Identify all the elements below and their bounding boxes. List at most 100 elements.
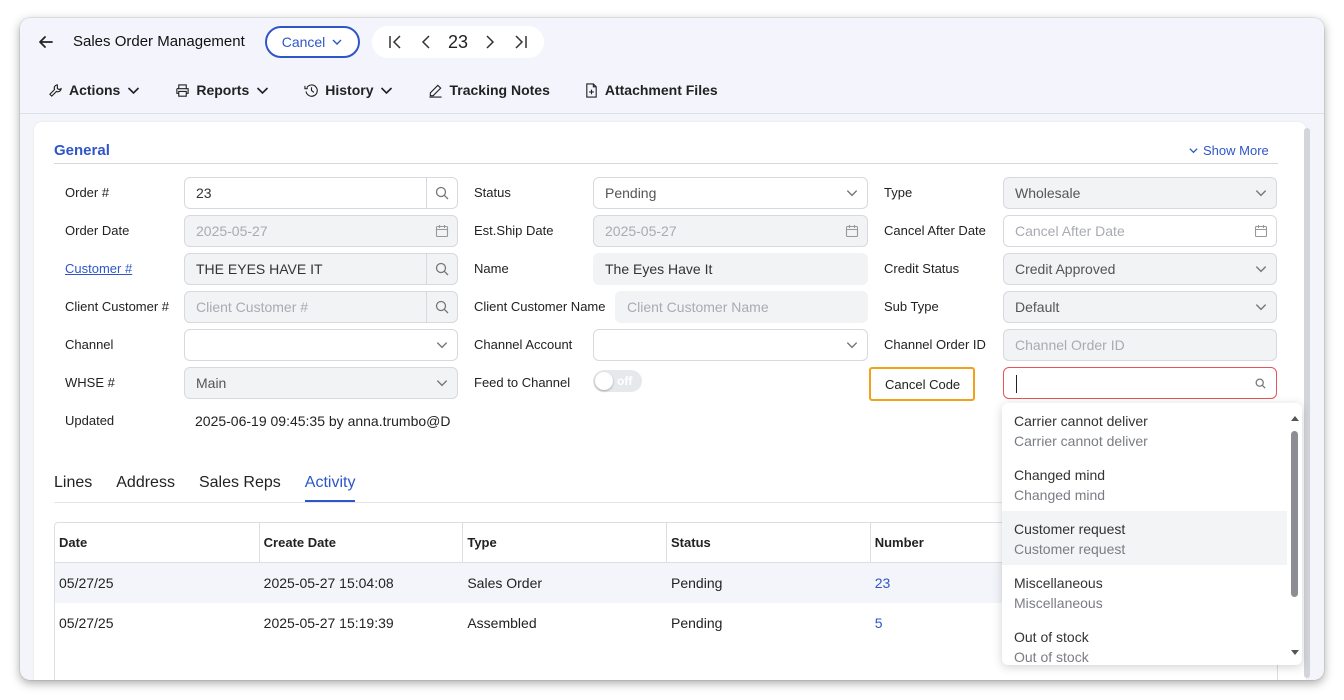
tracking-notes-label: Tracking Notes: [449, 82, 550, 98]
option-code: Changed mind: [1014, 467, 1106, 483]
calendar-icon[interactable]: [1246, 216, 1276, 246]
section-title: General: [54, 142, 110, 159]
table-cell: Pending: [671, 575, 723, 591]
chevron-down-icon: [1246, 178, 1276, 208]
status-action-label: Cancel: [281, 34, 326, 50]
show-more-link[interactable]: Show More: [1188, 143, 1269, 158]
customer-number-link[interactable]: Customer #: [65, 261, 132, 276]
client-customer-number-field[interactable]: Client Customer #: [184, 291, 458, 323]
credit-status-select[interactable]: Credit Approved: [1003, 253, 1277, 285]
tab-address[interactable]: Address: [116, 474, 175, 502]
option-code: Miscellaneous: [1014, 575, 1103, 591]
channel-select[interactable]: [184, 329, 458, 361]
actions-label: Actions: [69, 82, 121, 98]
table-cell: 2025-05-27 15:19:39: [263, 615, 394, 631]
calendar-icon[interactable]: [837, 216, 867, 246]
table-cell: 2025-05-27 15:04:08: [263, 575, 394, 591]
column-header-create-date[interactable]: Create Date: [260, 523, 464, 562]
option-description: Customer request: [1014, 541, 1126, 557]
column-header-date[interactable]: Date: [55, 523, 260, 562]
column-header-type[interactable]: Type: [463, 523, 668, 562]
chevron-down-icon: [257, 86, 269, 94]
search-icon[interactable]: [427, 178, 457, 208]
app-window: Sales Order Management Cancel 23 Actions…: [20, 18, 1324, 680]
column-header-status[interactable]: Status: [667, 523, 871, 562]
dropdown-scrollbar-thumb[interactable]: [1291, 431, 1298, 597]
channel-account-label: Channel Account: [474, 337, 573, 352]
channel-label: Channel: [65, 337, 114, 352]
attachment-files-label: Attachment Files: [604, 82, 718, 98]
page-scrollbar[interactable]: [1304, 128, 1310, 678]
pencil-icon: [429, 84, 443, 98]
order-number-field[interactable]: 23: [184, 177, 458, 209]
search-icon[interactable]: [427, 254, 457, 284]
reports-label: Reports: [196, 82, 250, 98]
scroll-down-arrow-icon[interactable]: [1291, 650, 1299, 655]
sub-type-select[interactable]: Default: [1003, 291, 1277, 323]
cancel-code-label-text: Cancel Code: [885, 376, 961, 392]
sub-type-label: Sub Type: [884, 299, 939, 314]
dropdown-option[interactable]: Carrier cannot deliver Carrier cannot de…: [1002, 403, 1287, 457]
previous-record-icon[interactable]: [418, 34, 434, 50]
customer-number-field[interactable]: THE EYES HAVE IT: [184, 253, 458, 285]
option-code: Out of stock: [1014, 629, 1089, 645]
est-ship-date-value: 2025-05-27: [605, 223, 677, 239]
scroll-up-arrow-icon[interactable]: [1291, 416, 1299, 421]
file-plus-icon: [586, 82, 597, 98]
next-record-icon[interactable]: [482, 34, 498, 50]
tab-lines[interactable]: Lines: [54, 474, 92, 502]
option-code: Customer request: [1014, 521, 1126, 537]
cancel-code-label: Cancel Code: [869, 367, 975, 401]
cancel-after-date-field[interactable]: Cancel After Date: [1003, 215, 1277, 247]
tracking-notes-button[interactable]: Tracking Notes: [418, 78, 559, 102]
feed-to-channel-label: Feed to Channel: [474, 375, 571, 390]
type-label: Type: [884, 185, 913, 200]
dropdown-option[interactable]: Changed mind Changed mind: [1002, 457, 1287, 511]
last-record-icon[interactable]: [513, 34, 529, 50]
first-record-icon[interactable]: [387, 34, 403, 50]
attachment-files-button[interactable]: Attachment Files: [574, 78, 728, 102]
tab-activity[interactable]: Activity: [304, 474, 356, 502]
search-icon[interactable]: [1255, 378, 1266, 389]
order-date-field[interactable]: 2025-05-27: [184, 215, 458, 247]
cancel-code-dropdown: Carrier cannot deliver Carrier cannot de…: [1002, 403, 1302, 665]
client-customer-name-field[interactable]: Client Customer Name: [615, 291, 868, 323]
est-ship-date-field[interactable]: 2025-05-27: [593, 215, 868, 247]
whse-value: Main: [196, 375, 227, 391]
actions-menu-button[interactable]: Actions: [38, 78, 151, 102]
chevron-down-icon: [837, 330, 867, 360]
order-date-value: 2025-05-27: [196, 223, 268, 239]
whse-select[interactable]: Main: [184, 367, 458, 399]
cancel-code-input[interactable]: [1003, 367, 1277, 399]
option-description: Miscellaneous: [1014, 595, 1103, 611]
client-customer-name-label: Client Customer Name: [474, 299, 606, 314]
sub-type-value: Default: [1015, 299, 1060, 315]
status-action-button[interactable]: Cancel: [265, 26, 360, 58]
dropdown-option[interactable]: Miscellaneous Miscellaneous: [1002, 565, 1287, 619]
current-record-number: 23: [447, 31, 468, 52]
name-value: The Eyes Have It: [605, 261, 713, 277]
feed-to-channel-toggle[interactable]: off: [593, 370, 642, 392]
channel-account-select[interactable]: [593, 329, 868, 361]
dropdown-option[interactable]: Out of stock Out of stock: [1002, 619, 1287, 665]
client-customer-number-label: Client Customer #: [65, 299, 170, 314]
chevron-down-icon: [332, 39, 342, 45]
search-icon[interactable]: [427, 292, 457, 322]
status-value: Pending: [605, 185, 657, 201]
dropdown-option[interactable]: Customer request Customer request: [1002, 511, 1287, 565]
option-description: Carrier cannot deliver: [1014, 433, 1148, 449]
reports-menu-button[interactable]: Reports: [165, 78, 280, 102]
cancel-after-date-placeholder: Cancel After Date: [1015, 223, 1125, 239]
channel-order-id-field[interactable]: Channel Order ID: [1003, 329, 1277, 361]
table-cell: Sales Order: [467, 575, 543, 591]
client-customer-name-placeholder: Client Customer Name: [627, 299, 769, 315]
type-select[interactable]: Wholesale: [1003, 177, 1277, 209]
status-select[interactable]: Pending: [593, 177, 868, 209]
table-cell: 05/27/25: [59, 575, 114, 591]
chevron-down-icon: [427, 368, 457, 398]
back-arrow-icon[interactable]: [36, 32, 56, 52]
history-menu-button[interactable]: History: [294, 78, 404, 102]
tab-sales-reps[interactable]: Sales Reps: [199, 474, 281, 502]
name-field[interactable]: The Eyes Have It: [593, 253, 868, 285]
calendar-icon[interactable]: [427, 216, 457, 246]
